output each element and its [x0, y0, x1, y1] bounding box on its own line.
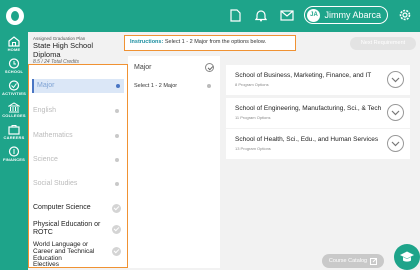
plan-title: State High School Diploma [33, 41, 94, 59]
graduation-cap-button[interactable] [394, 244, 420, 270]
next-requirement-button[interactable]: Next Requirement [350, 37, 416, 50]
check-circle-icon [205, 63, 214, 72]
status-dot [115, 109, 119, 113]
school-name: School of Business, Marketing, Finance, … [235, 72, 372, 79]
requirement-label: Mathematics [33, 132, 73, 139]
chevron-down-icon[interactable] [387, 135, 404, 152]
chevron-down-icon[interactable] [387, 104, 404, 121]
school-card[interactable]: School of Engineering, Manufacturing, Sc… [226, 98, 410, 128]
finances-icon [8, 146, 20, 157]
status-dot [115, 182, 119, 186]
instructions-text: Select 1 - 2 Major from the options belo… [163, 39, 267, 45]
requirement-item-english[interactable]: English [33, 106, 123, 116]
nav-finances[interactable]: FINANCES [0, 146, 28, 162]
home-icon [8, 36, 20, 47]
external-link-icon [370, 257, 378, 265]
bell-icon[interactable] [252, 6, 270, 24]
requirement-item-computer-science[interactable]: Computer Science [33, 203, 123, 213]
requirement-list: Major English Mathematics Science Social… [28, 64, 128, 268]
nav-label: COLLEGES [2, 113, 26, 118]
school-card[interactable]: School of Health, Sci., Edu., and Human … [226, 129, 410, 159]
requirement-label: Social Studies [33, 180, 78, 187]
check-icon [112, 224, 121, 234]
nav-label: FINANCES [2, 157, 26, 162]
status-dot [207, 84, 211, 88]
program-count: 8 Program Options [235, 82, 269, 87]
instructions-prefix: Instructions: [130, 39, 164, 45]
user-menu[interactable]: JA Jimmy Abarca [304, 6, 388, 24]
document-icon[interactable] [226, 6, 244, 24]
major-panel: Major Select 1 - 2 Major [128, 56, 220, 268]
school-name: School of Engineering, Manufacturing, Sc… [235, 105, 382, 112]
side-nav: HOME SCHOOL ACTIVITIES COLLEGES CAREERS … [0, 32, 28, 270]
school-card[interactable]: School of Business, Marketing, Finance, … [226, 65, 410, 95]
requirement-label: Physical Education or ROTC [33, 221, 101, 236]
nav-home[interactable]: HOME [0, 36, 28, 52]
school-name: School of Health, Sci., Edu., and Human … [235, 136, 379, 143]
program-count: 11 Program Options [235, 115, 271, 120]
mail-icon[interactable] [278, 6, 296, 24]
nav-colleges[interactable]: COLLEGES [0, 102, 28, 118]
requirement-label: English [33, 107, 56, 114]
requirement-label: World Language or Career and Technical E… [33, 240, 95, 262]
requirement-item-world-language[interactable]: World Language or Career and Technical E… [33, 240, 123, 262]
nav-label: CAREERS [3, 135, 25, 140]
requirement-label: Computer Science [33, 204, 91, 211]
plan-header: Assigned Graduation Plan State High Scho… [28, 32, 122, 65]
app-logo[interactable] [6, 7, 24, 25]
colleges-icon [8, 102, 20, 113]
top-actions: JA Jimmy Abarca [226, 6, 414, 24]
chevron-down-icon[interactable] [387, 71, 404, 88]
major-heading: Major [134, 64, 152, 71]
graduation-cap-icon [400, 251, 414, 262]
requirement-label: Science [33, 156, 58, 163]
requirement-item-mathematics[interactable]: Mathematics [33, 131, 123, 141]
school-icon [8, 58, 20, 69]
nav-activities[interactable]: ACTIVITIES [0, 80, 28, 96]
requirement-item-physical-education[interactable]: Physical Education or ROTC [33, 220, 123, 238]
nav-label: SCHOOL [4, 69, 24, 74]
status-dot [115, 158, 119, 162]
requirement-label: Major [37, 82, 55, 89]
requirement-item-electives[interactable]: Electives [33, 261, 123, 269]
instructions-bar: Instructions: Select 1 - 2 Major from th… [122, 34, 420, 52]
requirement-label: Electives [33, 261, 60, 268]
requirement-item-social-studies[interactable]: Social Studies [33, 179, 123, 189]
nav-label: ACTIVITIES [1, 91, 26, 96]
top-bar: JA Jimmy Abarca [0, 0, 420, 32]
course-catalog-label: Course Catalog [328, 258, 368, 264]
requirement-item-major[interactable]: Major [32, 79, 124, 93]
requirement-item-science[interactable]: Science [33, 155, 123, 165]
nav-school[interactable]: SCHOOL [0, 58, 28, 74]
status-dot [115, 134, 119, 138]
instructions: Instructions: Select 1 - 2 Major from th… [124, 35, 296, 51]
careers-icon [8, 125, 20, 135]
course-catalog-button[interactable]: Course Catalog [322, 254, 384, 268]
gear-icon[interactable] [396, 6, 414, 24]
major-select-label[interactable]: Select 1 - 2 Major [134, 83, 177, 89]
check-icon [112, 246, 121, 256]
user-name: Jimmy Abarca [324, 10, 381, 20]
status-dot [116, 84, 120, 88]
avatar: JA [307, 8, 321, 22]
activities-icon [8, 80, 20, 91]
program-count: 13 Program Options [235, 146, 271, 151]
nav-label: HOME [7, 47, 21, 52]
check-icon [112, 203, 121, 213]
school-list: School of Business, Marketing, Finance, … [222, 56, 420, 270]
nav-careers[interactable]: CAREERS [0, 124, 28, 140]
